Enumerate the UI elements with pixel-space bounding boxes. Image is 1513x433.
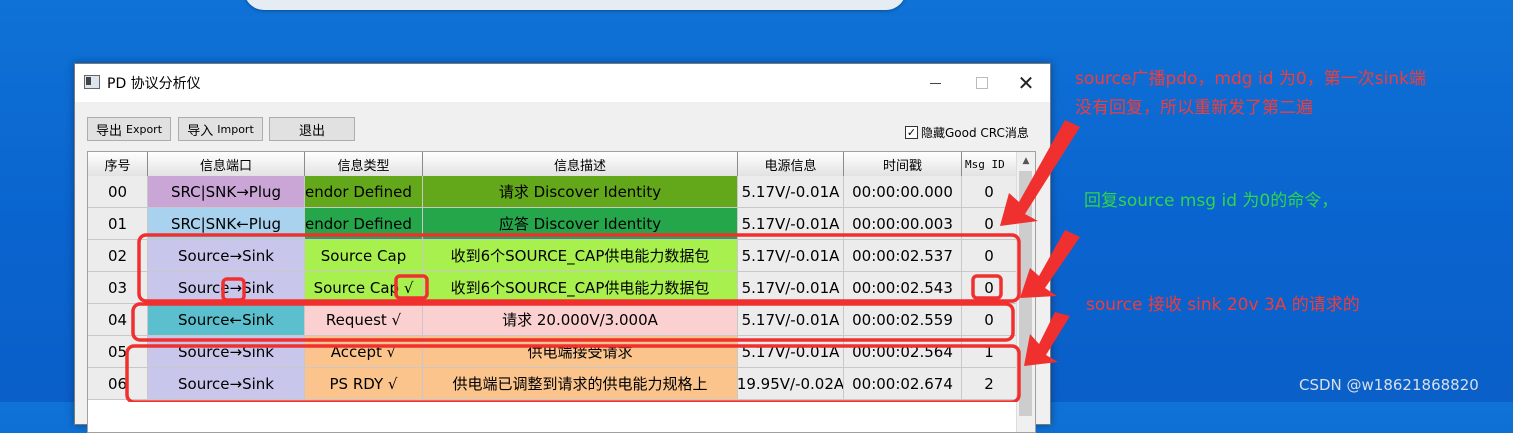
highlight-arrow-mark (221, 277, 246, 302)
highlight-source-cap-rows (137, 233, 1021, 303)
highlight-msgid-zero (971, 274, 1003, 300)
arrow-note3 (1024, 312, 1070, 366)
annotation-overlay (125, 120, 1080, 402)
highlight-request-row (131, 302, 1015, 342)
arrow-note1 (1000, 120, 1080, 226)
highlight-check-mark (394, 274, 429, 300)
arrow-note2 (1020, 230, 1080, 298)
highlight-accept-psrdy-rows (125, 344, 1021, 402)
